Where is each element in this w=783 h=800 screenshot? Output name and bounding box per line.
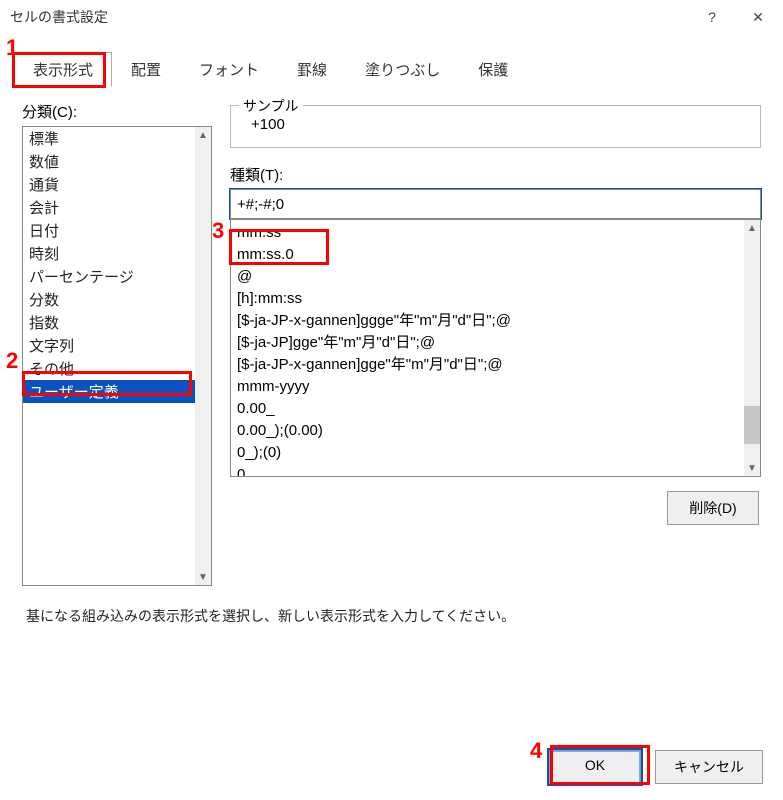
type-scrollbar[interactable]: ▲ ▼ [744,220,760,476]
category-item[interactable]: 時刻 [23,242,195,265]
tab-塗りつぶし[interactable]: 塗りつぶし [346,52,459,87]
dialog-footer: OK キャンセル [549,750,763,784]
type-label: 種類(T): [230,164,761,185]
tab-フォント[interactable]: フォント [180,52,278,87]
scroll-thumb[interactable] [744,406,760,444]
help-button[interactable]: ? [689,2,735,32]
tab-表示形式[interactable]: 表示形式 [14,52,112,87]
sample-legend: サンプル [239,96,303,116]
category-label: 分類(C): [22,101,212,122]
tab-配置[interactable]: 配置 [112,52,180,87]
category-item[interactable]: 分数 [23,288,195,311]
type-list-item[interactable]: [$-ja-JP-x-gannen]ggge"年"m"月"d"日";@ [237,310,736,332]
category-item[interactable]: 指数 [23,311,195,334]
category-item[interactable]: 通貨 [23,173,195,196]
category-item[interactable]: 文字列 [23,334,195,357]
titlebar: セルの書式設定 ? ✕ [0,0,783,34]
type-list-item[interactable]: mm:ss [237,222,736,244]
ok-button[interactable]: OK [549,750,641,784]
tab-罫線[interactable]: 罫線 [278,52,346,87]
type-listbox[interactable]: mm:ssmm:ss.0@[h]:mm:ss[$-ja-JP-x-gannen]… [230,219,761,477]
category-listbox[interactable]: 標準数値通貨会計日付時刻パーセンテージ分数指数文字列その他ユーザー定義 ▲ ▼ [22,126,212,586]
type-input[interactable] [230,189,761,219]
type-list-item[interactable]: [h]:mm:ss [237,288,736,310]
annotation-4: 4 [530,738,542,764]
category-scrollbar[interactable]: ▲ ▼ [195,127,211,585]
scroll-up-icon[interactable]: ▲ [195,127,211,143]
type-list-item[interactable]: [$-ja-JP-x-gannen]gge"年"m"月"d"日";@ [237,354,736,376]
type-list-item[interactable]: mm:ss.0 [237,244,736,266]
category-item[interactable]: 標準 [23,127,195,150]
scroll-down-icon[interactable]: ▼ [744,460,760,476]
category-item[interactable]: その他 [23,357,195,380]
scroll-down-icon[interactable]: ▼ [195,569,211,585]
type-list-item[interactable]: 0.00_ [237,398,736,420]
delete-button[interactable]: 削除(D) [667,491,759,525]
sample-value: +100 [245,116,746,133]
tab-strip: 表示形式配置フォント罫線塗りつぶし保護 [14,52,783,87]
type-list-item[interactable]: @ [237,266,736,288]
dialog-title: セルの書式設定 [10,7,108,27]
type-list-item[interactable]: [$-ja-JP]gge"年"m"月"d"日";@ [237,332,736,354]
category-item[interactable]: 日付 [23,219,195,242]
type-list-item[interactable]: 0_);(0) [237,442,736,464]
tab-保護[interactable]: 保護 [459,52,527,87]
type-list-item[interactable]: 0_ [237,464,736,476]
cancel-button[interactable]: キャンセル [655,750,763,784]
category-item[interactable]: 数値 [23,150,195,173]
category-item[interactable]: ユーザー定義 [23,380,195,403]
close-button[interactable]: ✕ [735,2,781,32]
type-list-item[interactable]: mmm-yyyy [237,376,736,398]
scroll-up-icon[interactable]: ▲ [744,220,760,236]
instruction-text: 基になる組み込みの表示形式を選択し、新しい表示形式を入力してください。 [26,606,759,626]
type-list-item[interactable]: 0.00_);(0.00) [237,420,736,442]
sample-box: サンプル +100 [230,105,761,148]
category-item[interactable]: 会計 [23,196,195,219]
category-item[interactable]: パーセンテージ [23,265,195,288]
